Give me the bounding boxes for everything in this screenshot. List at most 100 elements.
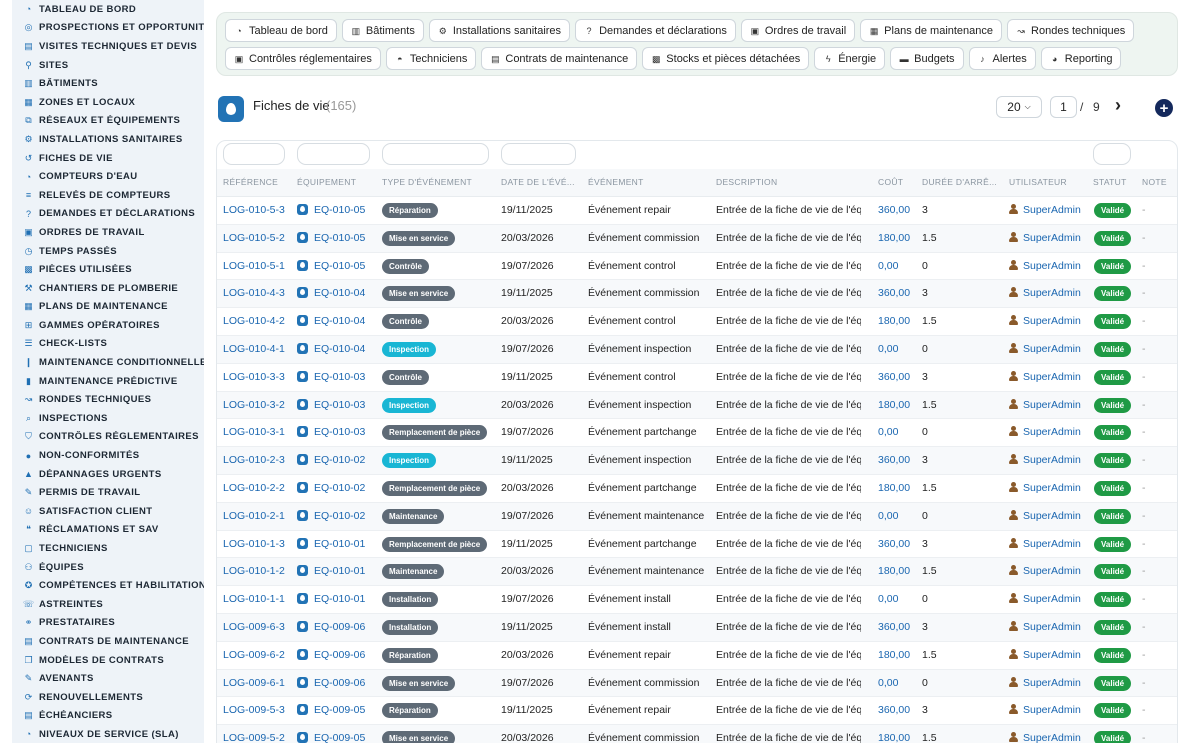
- sidebar-item[interactable]: ✎ PERMIS DE TRAVAIL: [12, 483, 204, 502]
- column-header[interactable]: TYPE D'ÉVÉNEMENT: [382, 177, 492, 187]
- reference-link[interactable]: LOG-010-1-3: [223, 538, 293, 550]
- table-row[interactable]: LOG-010-5-2 EQ-010-05 Mise en service 20/03…: [217, 224, 1177, 253]
- equipment-link[interactable]: EQ-010-05: [314, 260, 365, 272]
- column-header[interactable]: STATUT: [1093, 177, 1133, 187]
- top-nav-button[interactable]: ⚙ Installations sanitaires: [428, 19, 571, 42]
- sidebar-item[interactable]: ◔ NIVEAUX DE SERVICE (SLA): [12, 725, 204, 743]
- user-link[interactable]: SuperAdmin: [1023, 399, 1081, 411]
- user-link[interactable]: SuperAdmin: [1023, 204, 1081, 216]
- top-nav-button[interactable]: ◕ Reporting: [1040, 47, 1122, 70]
- table-row[interactable]: LOG-010-5-1 EQ-010-05 Contrôle 19/07/2026 Év…: [217, 253, 1177, 281]
- top-nav-button[interactable]: ▥ Bâtiments: [341, 19, 424, 42]
- user-link[interactable]: SuperAdmin: [1023, 704, 1081, 716]
- sidebar-item[interactable]: ☰ CHECK-LISTS: [12, 335, 204, 354]
- filter-event-type-input[interactable]: [382, 143, 489, 165]
- column-header[interactable]: RÉFÉRENCE: [223, 177, 293, 187]
- filter-status-input[interactable]: [1093, 143, 1131, 165]
- reference-link[interactable]: LOG-009-5-2: [223, 732, 293, 743]
- column-header[interactable]: UTILISATEUR: [1009, 177, 1089, 187]
- sidebar-item[interactable]: ▦ PLANS DE MAINTENANCE: [12, 298, 204, 317]
- sidebar-item[interactable]: ▤ VISITES TECHNIQUES ET DEVIS: [12, 37, 204, 56]
- sidebar-item[interactable]: ⟳ RENOUVELLEMENTS: [12, 688, 204, 707]
- column-header[interactable]: ÉVÉNEMENT: [588, 177, 708, 187]
- filter-equipment-input[interactable]: [297, 143, 370, 165]
- equipment-link[interactable]: EQ-010-03: [314, 399, 365, 411]
- user-link[interactable]: SuperAdmin: [1023, 371, 1081, 383]
- sidebar-item[interactable]: ❐ MODÈLES DE CONTRATS: [12, 651, 204, 670]
- sidebar-item[interactable]: ◎ PROSPECTIONS ET OPPORTUNITÉS: [12, 19, 204, 38]
- sidebar-item[interactable]: ⚭ PRESTATAIRES: [12, 614, 204, 633]
- page-number-input[interactable]: 1: [1050, 96, 1077, 118]
- sidebar-item[interactable]: ▩ PIÈCES UTILISÉES: [12, 260, 204, 279]
- equipment-link[interactable]: EQ-009-05: [314, 704, 365, 716]
- table-row[interactable]: LOG-010-3-1 EQ-010-03 Remplacement de pièc…: [217, 419, 1177, 448]
- equipment-link[interactable]: EQ-010-03: [314, 371, 365, 383]
- equipment-link[interactable]: EQ-010-01: [314, 538, 365, 550]
- user-link[interactable]: SuperAdmin: [1023, 232, 1081, 244]
- sidebar-item[interactable]: ▤ ÉCHÉANCIERS: [12, 707, 204, 726]
- table-row[interactable]: LOG-010-3-3 EQ-010-03 Contrôle 19/11/2025 Év…: [217, 364, 1177, 392]
- per-page-select[interactable]: 20 ⌵: [996, 96, 1042, 118]
- sidebar-item[interactable]: ↝ RONDES TECHNIQUES: [12, 390, 204, 409]
- top-nav-button[interactable]: ▤ Contrats de maintenance: [481, 47, 638, 70]
- reference-link[interactable]: LOG-009-6-1: [223, 677, 293, 689]
- sidebar-item[interactable]: ⊞ GAMMES OPÉRATOIRES: [12, 316, 204, 335]
- equipment-link[interactable]: EQ-010-05: [314, 232, 365, 244]
- top-nav-button[interactable]: ↝ Rondes techniques: [1007, 19, 1135, 42]
- table-row[interactable]: LOG-009-6-2 EQ-009-06 Réparation 20/03/2026…: [217, 642, 1177, 670]
- sidebar-item[interactable]: ◔ TABLEAU DE BORD: [12, 0, 204, 19]
- sidebar-item[interactable]: ▲ DÉPANNAGES URGENTS: [12, 465, 204, 484]
- reference-link[interactable]: LOG-010-3-2: [223, 399, 293, 411]
- sidebar-item[interactable]: ▢ TECHNICIENS: [12, 539, 204, 558]
- reference-link[interactable]: LOG-010-3-1: [223, 426, 293, 438]
- sidebar-item[interactable]: ☏ ASTREINTES: [12, 595, 204, 614]
- filter-date-input[interactable]: [501, 143, 576, 165]
- user-link[interactable]: SuperAdmin: [1023, 343, 1081, 355]
- filter-reference-input[interactable]: [223, 143, 285, 165]
- reference-link[interactable]: LOG-010-3-3: [223, 371, 293, 383]
- user-link[interactable]: SuperAdmin: [1023, 538, 1081, 550]
- top-nav-button[interactable]: ▣ Contrôles réglementaires: [225, 47, 381, 70]
- sidebar-item[interactable]: ● NON-CONFORMITÉS: [12, 446, 204, 465]
- sidebar-item[interactable]: ✪ COMPÉTENCES ET HABILITATIONS: [12, 576, 204, 595]
- reference-link[interactable]: LOG-010-1-2: [223, 565, 293, 577]
- reference-link[interactable]: LOG-010-1-1: [223, 593, 293, 605]
- sidebar-item[interactable]: ⛉ CONTRÔLES RÉGLEMENTAIRES: [12, 428, 204, 447]
- top-nav-button[interactable]: ▦ Plans de maintenance: [860, 19, 1003, 42]
- user-link[interactable]: SuperAdmin: [1023, 260, 1081, 272]
- top-nav-button[interactable]: ▣ Ordres de travail: [740, 19, 856, 42]
- sidebar-item[interactable]: ≡ RELEVÉS DE COMPTEURS: [12, 186, 204, 205]
- sidebar-item[interactable]: ▣ ORDRES DE TRAVAIL: [12, 223, 204, 242]
- sidebar-item[interactable]: ⌕ INSPECTIONS: [12, 409, 204, 428]
- user-link[interactable]: SuperAdmin: [1023, 510, 1081, 522]
- column-header[interactable]: ÉQUIPEMENT: [297, 177, 377, 187]
- sidebar-item[interactable]: ⚇ ÉQUIPES: [12, 558, 204, 577]
- reference-link[interactable]: LOG-010-4-1: [223, 343, 293, 355]
- sidebar-item[interactable]: ❙ MAINTENANCE CONDITIONNELLE: [12, 353, 204, 372]
- column-header[interactable]: NOTE: [1142, 177, 1172, 187]
- column-header[interactable]: DATE DE L'ÉVÉ...: [501, 177, 583, 187]
- equipment-link[interactable]: EQ-009-06: [314, 649, 365, 661]
- reference-link[interactable]: LOG-010-2-3: [223, 454, 293, 466]
- table-row[interactable]: LOG-010-2-1 EQ-010-02 Maintenance 19/07/202…: [217, 502, 1177, 531]
- table-row[interactable]: LOG-009-6-3 EQ-009-06 Installation 19/11/20…: [217, 613, 1177, 642]
- sidebar-item[interactable]: ▤ CONTRATS DE MAINTENANCE: [12, 632, 204, 651]
- table-row[interactable]: LOG-009-6-1 EQ-009-06 Mise en service 19/07…: [217, 669, 1177, 698]
- user-link[interactable]: SuperAdmin: [1023, 482, 1081, 494]
- equipment-link[interactable]: EQ-010-05: [314, 204, 365, 216]
- reference-link[interactable]: LOG-009-6-2: [223, 649, 293, 661]
- equipment-link[interactable]: EQ-010-01: [314, 565, 365, 577]
- sidebar-item[interactable]: ↺ FICHES DE VIE: [12, 149, 204, 168]
- equipment-link[interactable]: EQ-009-06: [314, 677, 365, 689]
- column-header[interactable]: DESCRIPTION: [716, 177, 866, 187]
- sidebar-item[interactable]: ◔ COMPTEURS D'EAU: [12, 167, 204, 186]
- equipment-link[interactable]: EQ-010-01: [314, 593, 365, 605]
- sidebar-item[interactable]: ✎ AVENANTS: [12, 669, 204, 688]
- top-nav-button[interactable]: ◔ Tableau de bord: [225, 19, 337, 42]
- table-row[interactable]: LOG-010-4-3 EQ-010-04 Mise en service 19/11…: [217, 280, 1177, 309]
- table-row[interactable]: LOG-010-3-2 EQ-010-03 Inspection 20/03/2026…: [217, 391, 1177, 420]
- user-link[interactable]: SuperAdmin: [1023, 677, 1081, 689]
- table-row[interactable]: LOG-009-5-2 EQ-009-05 Mise en service 20/03…: [217, 725, 1177, 743]
- equipment-link[interactable]: EQ-010-04: [314, 315, 365, 327]
- user-link[interactable]: SuperAdmin: [1023, 621, 1081, 633]
